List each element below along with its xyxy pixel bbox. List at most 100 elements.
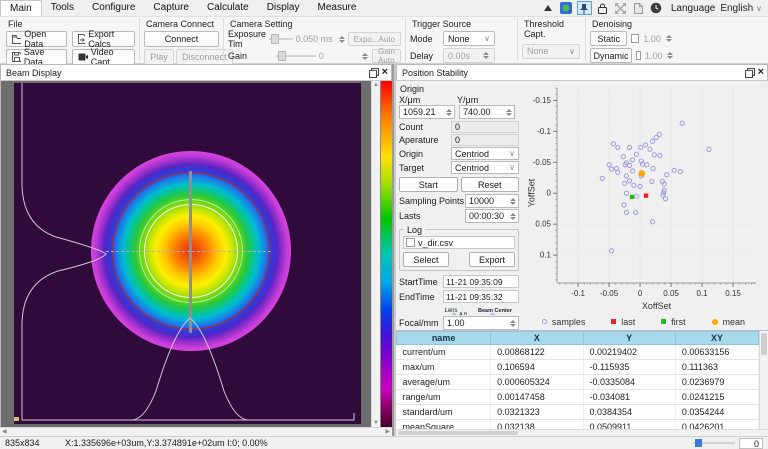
float-panel-icon[interactable] xyxy=(369,68,378,77)
lasts-input[interactable]: 00:00:30 xyxy=(465,209,519,223)
samples-point xyxy=(631,169,635,173)
svg-text:0: 0 xyxy=(638,289,643,298)
collapse-ribbon-icon[interactable] xyxy=(541,1,556,15)
samples-point xyxy=(627,163,631,167)
table-header-X[interactable]: X xyxy=(491,332,583,345)
static-checkbox[interactable] xyxy=(631,34,639,43)
menu-tab-calculate[interactable]: Calculate xyxy=(198,0,258,16)
scroll-right-icon[interactable]: ▶ xyxy=(385,429,390,435)
exposure-slider[interactable] xyxy=(269,34,293,44)
static-button[interactable]: Static xyxy=(590,31,627,46)
float-panel-icon[interactable] xyxy=(745,68,754,77)
gain-slider[interactable] xyxy=(276,51,316,61)
scroll-down-icon[interactable]: ▼ xyxy=(373,420,379,426)
expand-icon[interactable] xyxy=(613,1,628,15)
gain-stepper[interactable] xyxy=(362,53,369,60)
origin-group-label: Origin xyxy=(400,84,519,94)
samples-point xyxy=(631,158,635,162)
target-mode-select[interactable]: Centriod∨ xyxy=(451,161,519,174)
start-button[interactable]: Start xyxy=(399,177,458,192)
chevron-down-icon: ∨ xyxy=(569,47,575,56)
mean-marker-icon xyxy=(712,319,718,325)
table-header-name[interactable]: name xyxy=(397,332,491,345)
table-horizontal-scrollbar[interactable] xyxy=(396,429,768,436)
export-calcs-button[interactable]: Export Calcs xyxy=(72,31,135,47)
expo-auto-button[interactable]: Expo...Auto xyxy=(348,32,401,46)
table-header-Y[interactable]: Y xyxy=(583,332,675,345)
log-file-checkbox[interactable] xyxy=(406,238,415,247)
gain-auto-button[interactable]: Gain Auto xyxy=(372,49,401,63)
menu-tab-display[interactable]: Display xyxy=(258,0,309,16)
origin-x-input[interactable]: 1059.21 xyxy=(399,105,455,119)
samples-point xyxy=(663,197,667,201)
video-capture-button[interactable]: Video Capt. xyxy=(72,49,135,65)
exposure-label: Exposure Tim xyxy=(228,29,266,49)
scroll-up-icon[interactable]: ▲ xyxy=(373,82,379,88)
reset-button[interactable]: Reset xyxy=(461,177,520,192)
aperture-value: 0 xyxy=(451,134,519,146)
svg-text:-0.05: -0.05 xyxy=(600,289,619,298)
menu-tab-measure[interactable]: Measure xyxy=(308,0,365,16)
focal-input[interactable]: 1.00 xyxy=(443,316,519,330)
beam-profiles xyxy=(14,83,361,424)
connect-button[interactable]: Connect xyxy=(144,31,219,47)
threshold-select[interactable]: None∨ xyxy=(522,44,580,59)
target-mode-label: Target xyxy=(399,163,451,173)
static-stepper[interactable] xyxy=(665,35,673,42)
table-row[interactable]: average/um0.000605324-0.03350840.0236979 xyxy=(397,375,759,390)
dynamic-stepper[interactable] xyxy=(667,52,673,59)
select-button[interactable]: Select xyxy=(403,252,449,267)
exposure-stepper[interactable] xyxy=(339,36,345,43)
zoom-slider[interactable] xyxy=(693,439,735,447)
stability-chart: YoffSet -0.1-0.0500.050.10.15-0.15-0.1-0… xyxy=(519,83,768,330)
lock-icon[interactable] xyxy=(595,1,610,15)
menu-bar: MainToolsConfigureCaptureCalculateDispla… xyxy=(0,0,768,17)
svg-text:0.05: 0.05 xyxy=(535,220,551,229)
beam-horizontal-scrollbar[interactable]: ◀ ▶ xyxy=(0,427,392,436)
beam-vertical-scrollbar[interactable]: ▲ ▼ xyxy=(371,81,380,427)
group-trigger-source: Trigger Source Mode None∨ Delay 0.00s xyxy=(405,18,517,61)
svg-text:A θ: A θ xyxy=(459,312,467,315)
table-vertical-scrollbar[interactable] xyxy=(759,331,768,429)
sampling-points-input[interactable]: 10000 xyxy=(465,194,519,208)
open-data-button[interactable]: Open Data xyxy=(6,31,67,47)
group-threshold: Threshold Capt. None∨ xyxy=(517,18,585,61)
save-data-button[interactable]: Save Data xyxy=(6,49,67,65)
samples-point xyxy=(644,143,648,147)
close-icon[interactable]: × xyxy=(758,68,764,77)
table-header-XY[interactable]: XY xyxy=(675,332,758,345)
menu-tab-tools[interactable]: Tools xyxy=(42,0,83,16)
menu-tab-configure[interactable]: Configure xyxy=(83,0,144,16)
menu-tab-main[interactable]: Main xyxy=(0,0,42,16)
table-row[interactable]: range/um0.00147458-0.0340810.0241215 xyxy=(397,390,759,405)
menu-tab-capture[interactable]: Capture xyxy=(144,0,198,16)
trigger-delay-input[interactable]: 0.00s xyxy=(443,48,495,63)
table-row[interactable]: current/um0.008681220.002194020.00633156 xyxy=(397,345,759,360)
origin-mode-select[interactable]: Centriod∨ xyxy=(451,147,519,160)
samples-point xyxy=(600,176,604,180)
svg-text:-0.1: -0.1 xyxy=(537,127,551,136)
close-icon[interactable]: × xyxy=(382,68,388,77)
samples-point xyxy=(624,174,628,178)
colormap-icon[interactable] xyxy=(559,1,574,15)
svg-text:Beam Center: Beam Center xyxy=(478,308,513,314)
export-button[interactable]: Export xyxy=(469,252,515,267)
pin-icon[interactable] xyxy=(577,1,592,15)
svg-text:Lens: Lens xyxy=(444,308,457,314)
table-row[interactable]: standard/um0.03213230.03843540.0354244 xyxy=(397,405,759,420)
samples-marker-icon xyxy=(542,319,547,324)
table-row[interactable]: max/um0.106594-0.1159350.111363 xyxy=(397,360,759,375)
dynamic-checkbox[interactable] xyxy=(636,51,641,60)
language-select[interactable]: English ∨ xyxy=(718,3,764,14)
trigger-mode-select[interactable]: None∨ xyxy=(443,31,495,46)
play-button[interactable]: Play xyxy=(144,49,174,65)
samples-point xyxy=(654,135,658,139)
dynamic-button[interactable]: Dynamic xyxy=(590,48,632,63)
clock-icon[interactable] xyxy=(649,1,664,15)
origin-y-input[interactable]: 740.00 xyxy=(459,105,515,119)
menubar-right: Language English ∨ xyxy=(541,0,768,16)
report-icon[interactable] xyxy=(631,1,646,15)
beam-viewport[interactable] xyxy=(1,81,371,427)
dynamic-value: 1.00 xyxy=(645,51,663,61)
scroll-left-icon[interactable]: ◀ xyxy=(2,429,7,435)
